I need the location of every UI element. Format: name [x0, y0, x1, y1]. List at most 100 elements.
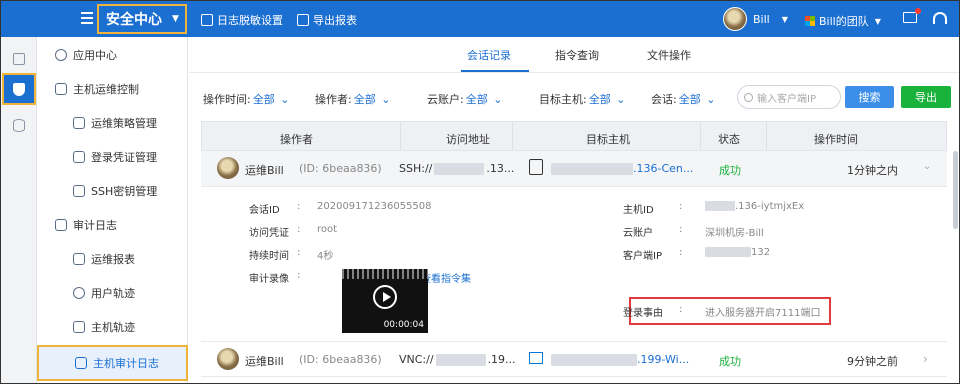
console-icon[interactable]	[5, 45, 33, 73]
target-host[interactable]: .199-Wi...	[551, 353, 689, 366]
report-icon	[73, 253, 85, 265]
filter-label: 操作时间:	[203, 93, 251, 106]
chevron-right-icon[interactable]: ›	[923, 352, 928, 366]
mail-icon[interactable]	[903, 8, 921, 23]
monitor-icon	[55, 83, 67, 95]
address-suffix: .13...	[486, 162, 515, 175]
user-name: Bill	[753, 12, 770, 26]
settings-doc-icon	[201, 14, 213, 26]
team-logo-icon	[805, 16, 815, 26]
export-icon	[297, 14, 309, 26]
shield-icon[interactable]	[2, 73, 36, 105]
filter-target-host[interactable]: 目标主机: 全部 ⌄	[539, 91, 625, 107]
sidebar-item-label: 应用中心	[73, 49, 117, 62]
session-recording-player[interactable]: 00:00:04	[342, 269, 428, 333]
detail-label: 客户端IP	[623, 251, 662, 262]
chevron-down-icon: ⌄	[616, 93, 626, 106]
view-commands-link[interactable]: 查看指令集	[421, 270, 471, 285]
main-content: 会话记录 指令查询 文件操作 操作时间: 全部 ⌄ 操作者: 全部 ⌄ 云账户: 全部…	[189, 37, 959, 383]
tab-file-operations[interactable]: 文件操作	[647, 47, 691, 63]
sidebar-item-ssh-keys[interactable]: SSH密钥管理	[37, 176, 188, 206]
host-suffix: .136-Cen...	[633, 162, 694, 175]
filter-label: 云账户:	[427, 93, 464, 106]
access-address: VNC:// .19...	[399, 353, 516, 366]
filter-value: 全部	[252, 93, 275, 106]
address-suffix: .19...	[487, 353, 516, 366]
export-report-button[interactable]: 导出报表	[297, 12, 357, 28]
host-id-value: .136-iytmjxEx	[705, 201, 804, 212]
sidebar-item-label: 登录凭证管理	[91, 151, 157, 164]
avatar	[723, 7, 747, 31]
credential-value: root	[317, 224, 338, 235]
filter-value: 全部	[678, 93, 701, 106]
team-name: Bill的团队	[819, 15, 869, 28]
table-row[interactable]: 运维Bill (ID: 6beaa836) VNC:// .19... .199-…	[201, 341, 947, 377]
linux-icon	[529, 159, 543, 175]
shield-check-icon	[73, 117, 85, 129]
filter-op-time[interactable]: 操作时间: 全部 ⌄	[203, 91, 289, 107]
sidebar-item-host-trail[interactable]: 主机轨迹	[37, 312, 188, 342]
sidebar-item-host-audit-log[interactable]: 主机审计日志	[37, 345, 188, 381]
tab-session-records[interactable]: 会话记录	[467, 47, 511, 63]
filter-cloud-account[interactable]: 云账户: 全部 ⌄	[427, 91, 502, 107]
database-icon[interactable]	[5, 111, 33, 139]
chevron-down-icon: ⌄	[381, 93, 391, 106]
sidebar-item-app-center[interactable]: 应用中心	[37, 40, 188, 70]
brand-title: 安全中心	[106, 12, 162, 28]
search-placeholder: 输入客户端IP	[757, 93, 816, 105]
export-button[interactable]: 导出	[901, 86, 951, 108]
search-button[interactable]: 搜索	[845, 86, 894, 108]
play-icon[interactable]	[373, 285, 397, 309]
monitor-icon	[75, 357, 87, 369]
sidebar-item-audit-log[interactable]: 审计日志	[37, 210, 188, 240]
chevron-down-icon[interactable]: ⌄	[923, 161, 931, 172]
filter-operator[interactable]: 操作者: 全部 ⌄	[315, 91, 390, 107]
chevron-down-icon: ▼	[172, 14, 179, 24]
sidebar-item-host-ops-control[interactable]: 主机运维控制	[37, 74, 188, 104]
filter-label: 目标主机:	[539, 93, 587, 106]
avatar	[217, 348, 239, 370]
avatar	[217, 157, 239, 179]
cloud-icon	[55, 49, 67, 61]
log-mask-settings-label: 日志脱敏设置	[217, 14, 283, 27]
sidebar-item-label: 主机轨迹	[91, 321, 135, 334]
sidebar-item-user-trail[interactable]: 用户轨迹	[37, 278, 188, 308]
team-switcher[interactable]: Bill的团队 ▼	[805, 13, 881, 29]
sidebar-item-label: SSH密钥管理	[91, 185, 158, 198]
status-badge: 成功	[719, 164, 741, 177]
host-suffix: .199-Wi...	[637, 353, 690, 366]
table-row[interactable]: 运维Bill (ID: 6beaa836) SSH:// .13... .136-…	[201, 151, 947, 187]
log-mask-settings-button[interactable]: 日志脱敏设置	[201, 12, 283, 28]
id-card-icon	[73, 151, 85, 163]
sidebar-item-login-credentials[interactable]: 登录凭证管理	[37, 142, 188, 172]
key-icon	[73, 185, 85, 197]
active-tab-indicator	[461, 70, 529, 72]
sidebar-item-ops-policy[interactable]: 运维策略管理	[37, 108, 188, 138]
chevron-down-icon: ▼	[781, 14, 788, 24]
login-reason-value: 进入服务器开启7111端口	[705, 308, 821, 319]
tab-command-query[interactable]: 指令查询	[555, 47, 599, 63]
user-menu[interactable]: Bill ▼	[723, 7, 788, 31]
search-icon	[744, 92, 753, 102]
host-trail-icon	[73, 321, 85, 333]
chevron-down-icon: ⌄	[493, 93, 503, 106]
cloud-account-value: 深圳机房-Bill	[705, 228, 764, 239]
sidebar-item-label: 主机运维控制	[73, 83, 139, 96]
client-ip-search-input[interactable]: 输入客户端IP	[737, 85, 841, 109]
column-header-target-host: 目标主机	[586, 133, 630, 146]
scrollbar[interactable]	[953, 151, 958, 229]
target-host[interactable]: .136-Cen...	[551, 162, 693, 175]
access-address: SSH:// .13...	[399, 162, 514, 175]
video-duration: 00:00:04	[383, 320, 424, 330]
operator-name: 运维Bill	[245, 355, 284, 368]
filter-value: 全部	[465, 93, 488, 106]
menu-toggle-icon[interactable]	[81, 12, 93, 24]
client-ip-value: 132	[705, 247, 770, 258]
filter-label: 操作者:	[315, 93, 352, 106]
sidebar-item-ops-report[interactable]: 运维报表	[37, 244, 188, 274]
column-header-operator: 操作者	[280, 133, 313, 146]
product-switcher[interactable]: 安全中心 ▼	[97, 4, 187, 34]
filter-session[interactable]: 会话: 全部 ⌄	[651, 91, 715, 107]
chevron-down-icon: ⌄	[706, 93, 716, 106]
support-icon[interactable]	[933, 12, 947, 24]
